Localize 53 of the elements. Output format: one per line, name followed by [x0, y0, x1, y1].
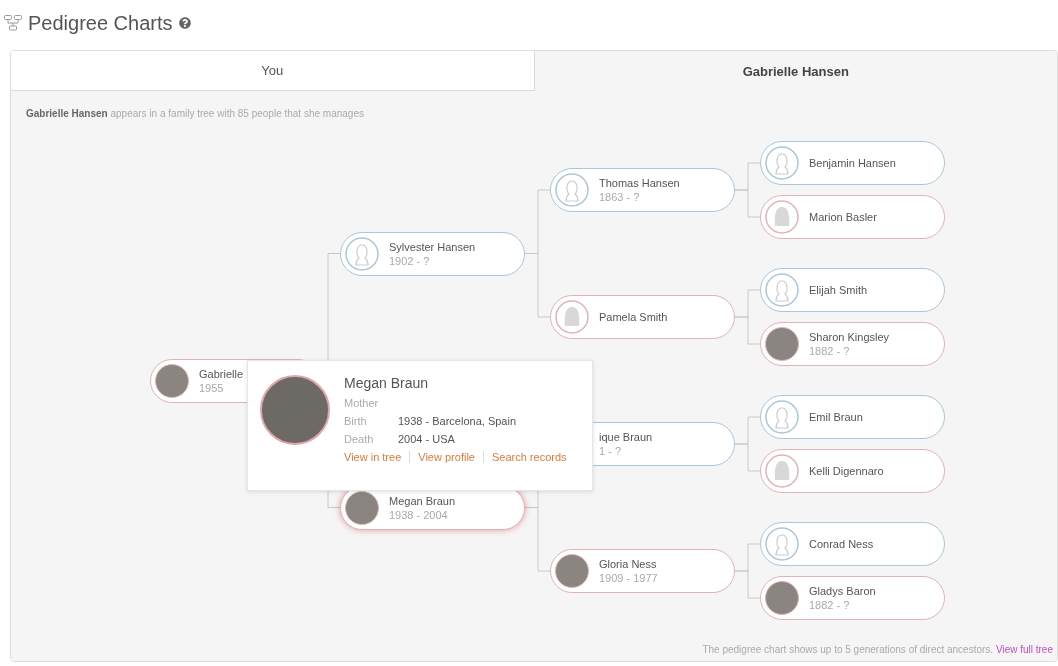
- person-name: Gloria Ness: [599, 558, 658, 570]
- person-years: 1909 - 1977: [599, 572, 658, 584]
- connector-line: [734, 570, 761, 599]
- tab[interactable]: You: [11, 51, 535, 91]
- person-name: Conrad Ness: [809, 538, 874, 550]
- person-years: 1863 - ?: [599, 191, 641, 203]
- person-name: Thomas Hansen: [599, 177, 680, 189]
- person-card[interactable]: Sylvester Hansen 1902 - ?: [340, 231, 525, 276]
- person-years: 1 - ?: [599, 445, 622, 457]
- person-years: 1955: [199, 381, 225, 394]
- person-name: Megan Braun: [389, 494, 456, 507]
- help-icon[interactable]: [178, 17, 191, 29]
- connector-line: [734, 316, 761, 345]
- person-name: Pamela Smith: [599, 311, 668, 323]
- footer-note: The pedigree chart shows up to 5 generations of direct ancestors. View full tree: [702, 644, 1053, 655]
- person-name: Gabrielle: [199, 367, 244, 380]
- person-years: 1902 - ?: [389, 254, 431, 267]
- fact-value: 2004 - USA: [398, 432, 455, 445]
- person-name: Benjamin Hansen: [809, 157, 896, 169]
- person-name: Gladys Baron: [809, 585, 876, 597]
- person-name: Emil Braun: [809, 411, 863, 423]
- person-name: Sylvester Hansen: [389, 240, 476, 253]
- person-years: 1938 - 2004: [389, 508, 449, 521]
- person-card[interactable]: Thomas Hansen 1863 - ?: [550, 168, 735, 212]
- connector-line: [734, 189, 761, 218]
- person-card[interactable]: Marion Basler: [760, 195, 945, 239]
- person-card[interactable]: Benjamin Hansen: [760, 141, 945, 185]
- person-card[interactable]: Conrad Ness: [760, 522, 945, 566]
- view-full-tree-link[interactable]: View full tree: [995, 644, 1053, 655]
- person-name: ique Braun: [599, 431, 653, 443]
- popup-name: Megan Braun: [344, 374, 430, 391]
- person-card[interactable]: Gladys Baron 1882 - ?: [760, 576, 945, 620]
- person-name: Kelli Digennaro: [809, 465, 884, 477]
- person-card[interactable]: Gloria Ness 1909 - 1977: [550, 549, 735, 593]
- person-card[interactable]: Kelli Digennaro: [760, 449, 945, 493]
- intro-text: Gabrielle Hansen appears in a family tree with 85 people that she manages: [25, 107, 365, 121]
- person-card[interactable]: Sharon Kingsley 1882 - ?: [760, 322, 945, 366]
- tab[interactable]: Gabrielle Hansen: [534, 51, 1057, 91]
- person-card[interactable]: Elijah Smith: [760, 268, 945, 312]
- fact-label: Birth: [344, 414, 368, 427]
- page-title: Pedigree Charts: [28, 11, 173, 35]
- person-name: Elijah Smith: [809, 284, 868, 296]
- connector-line: [734, 443, 761, 472]
- fact-value: 1938 - Barcelona, Spain: [398, 414, 517, 427]
- person-card[interactable]: Pamela Smith: [550, 295, 735, 339]
- fact-label: Death: [344, 432, 375, 445]
- person-card[interactable]: Emil Braun: [760, 395, 945, 439]
- tree-structure-icon: [4, 15, 22, 31]
- person-years: 1882 - ?: [809, 345, 851, 357]
- person-name: Marion Basler: [809, 211, 877, 223]
- person-years: 1882 - ?: [809, 599, 851, 611]
- person-name: Sharon Kingsley: [809, 331, 890, 343]
- relation-label: Mother: [344, 396, 380, 409]
